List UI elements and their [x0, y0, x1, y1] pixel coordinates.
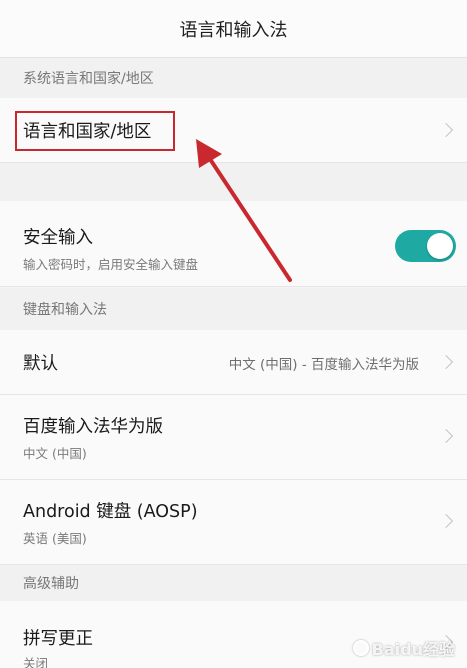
- section-header-label: 高级辅助: [23, 576, 79, 592]
- paw-icon: [352, 640, 369, 656]
- chevron-right-icon: [438, 122, 454, 138]
- section-header-keyboard: 键盘和输入法: [0, 288, 467, 330]
- title-bar: 语言和输入法: [0, 0, 467, 58]
- chevron-right-icon: [438, 354, 454, 370]
- secure-input-toggle[interactable]: [395, 230, 456, 262]
- section-header-advanced: 高级辅助: [0, 565, 467, 601]
- default-input-item[interactable]: 默认 中文 (中国) - 百度输入法华为版: [0, 330, 467, 395]
- highlight-box: [15, 111, 175, 151]
- android-keyboard-subtitle: 英语 (美国): [23, 531, 87, 546]
- chevron-right-icon: [438, 513, 454, 529]
- secure-input-subtitle: 输入密码时，启用安全输入键盘: [23, 257, 199, 272]
- section-header-label: 系统语言和国家/地区: [23, 71, 154, 87]
- baidu-ime-item[interactable]: 百度输入法华为版 中文 (中国): [0, 395, 467, 480]
- default-input-value: 中文 (中国) - 百度输入法华为版: [228, 357, 419, 373]
- section-header-system-language: 系统语言和国家/地区: [0, 58, 467, 98]
- default-input-label: 默认: [23, 354, 58, 374]
- spell-check-subtitle: 关闭: [23, 656, 49, 668]
- baidu-ime-label: 百度输入法华为版: [23, 417, 163, 437]
- page-title: 语言和输入法: [179, 19, 288, 41]
- section-divider: [0, 163, 467, 201]
- settings-screen: 语言和输入法 系统语言和国家/地区 语言和国家/地区 安全输入 输入密码时，启用…: [0, 0, 467, 668]
- spell-check-label: 拼写更正: [23, 629, 93, 649]
- android-keyboard-item[interactable]: Android 键盘 (AOSP) 英语 (美国): [0, 480, 467, 565]
- toggle-knob: [427, 233, 453, 259]
- android-keyboard-label: Android 键盘 (AOSP): [23, 502, 198, 522]
- watermark: Baidu经验: [352, 636, 455, 660]
- baidu-ime-subtitle: 中文 (中国): [23, 446, 87, 461]
- chevron-right-icon: [438, 428, 454, 444]
- watermark-text: Baidu经验: [371, 640, 455, 659]
- secure-input-label: 安全输入: [23, 228, 93, 248]
- section-header-label: 键盘和输入法: [23, 302, 107, 318]
